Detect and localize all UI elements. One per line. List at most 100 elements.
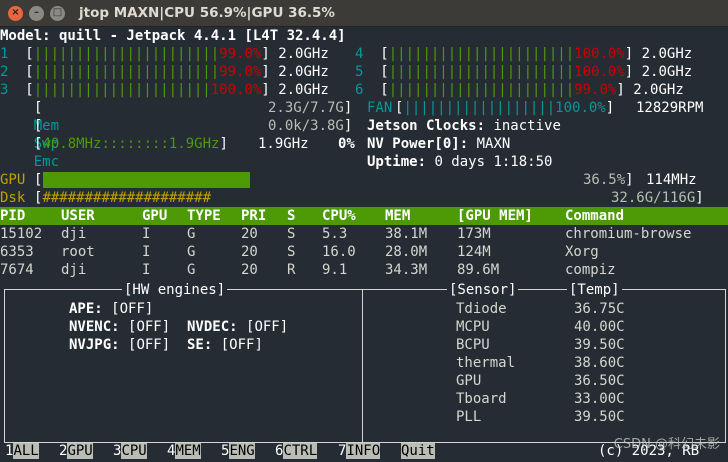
process-cell: root [61,244,95,260]
emc-range: [40.8MHz::::::::1.9GHz] [34,136,228,152]
process-cell: G [187,244,196,260]
sensor-temp: 38.60C [574,355,625,371]
sensor-temp: 40.00C [574,319,625,335]
jetson-clocks: Jetson Clocks: inactive [367,118,561,134]
header-pri[interactable]: PRI [241,207,266,225]
ape-status: APE: [OFF] [69,301,154,317]
process-cell: S [287,226,296,242]
tab-info[interactable]: 7INFO [338,442,381,460]
mem-row: Mem [0,99,59,134]
process-cell: 16.0 [322,244,356,260]
process-cell: 6353 [0,244,34,260]
process-cell: G [187,262,196,278]
gpu-bar-open: [ [34,172,43,188]
mem-value: 2.3G/7.7G] [268,100,353,116]
terminal-area[interactable]: Model: quill - Jetpack 4.4.1 [L4T 32.4.4… [0,27,728,462]
dsk-bar: [#################### [34,190,212,206]
temp-title: [Temp] [567,281,622,299]
header-gpu[interactable]: GPU [142,207,167,225]
sensor-name: Tboard [456,391,507,407]
process-cell: 20 [241,244,258,260]
process-cell: compiz [565,262,616,278]
gpu-usage-bar [43,172,250,188]
sensor-temp: 36.75C [574,301,625,317]
gpu-freq: 114MHz [646,172,697,188]
nvjpg-status: NVJPG: [OFF] [69,337,171,353]
maximize-icon: □ [52,7,63,18]
process-cell: 34.3M [385,262,428,278]
process-cell: 28.0M [385,244,428,260]
sensor-temp: 39.50C [574,337,625,353]
maximize-window-button[interactable]: □ [50,5,65,21]
dsk-value: 32.6G/116G] [611,190,704,206]
hw-engines-title: [HW engines] [122,281,228,299]
window-titlebar: × – □ jtop MAXN|CPU 56.9%|GPU 36.5% [0,0,728,27]
process-cell: 9.1 [322,262,348,278]
header-gpu-mem[interactable]: [GPU MEM] [457,207,533,225]
tab-gpu[interactable]: 2GPU [59,442,93,460]
header-cpu[interactable]: CPU% [322,207,356,225]
sensor-name: Tdiode [456,301,507,317]
process-cell: G [187,226,196,242]
tab-all[interactable]: 1ALL [5,442,39,460]
sensor-name: GPU [456,373,482,389]
gpu-label: GPU [0,172,26,188]
cpu-row-2: 2 [||||||||||||||||||||||99.0%] 2.0GHz [0,64,329,80]
cpu-row-6: 6 [||||||||||||||||||||||99.0%] 2.0GHz [355,82,684,98]
gpu-pct: 36.5%] [583,172,634,188]
nvenc-status: NVENC: [OFF] [69,319,171,335]
close-icon: × [11,7,20,18]
model-line: Model: quill - Jetpack 4.4.1 [L4T 32.4.4… [0,28,346,44]
cpu-row-1: 1 [||||||||||||||||||||||99.0%] 2.0GHz [0,46,329,62]
minimize-icon: – [34,7,39,18]
header-s[interactable]: S [287,207,295,225]
fan-bar: [||||||||||||||||||100.0%] [395,100,615,116]
header-user[interactable]: USER [61,207,95,225]
emc-freq: 1.9GHz [258,136,309,152]
process-cell: R [287,262,296,278]
process-cell: Xorg [565,244,599,260]
header-mem[interactable]: MEM [385,207,410,225]
sensors-panel: [Sensor] [Temp] Tdiode 36.75C MCPU 40.00C BC… [362,281,726,443]
uptime: Uptime: 0 days 1:18:50 [367,154,553,170]
sensor-temp: 36.50C [574,373,625,389]
cpu-row-4: 4 [||||||||||||||||||||||100.0%] 2.0GHz [355,46,693,62]
process-cell: dji [61,262,87,278]
header-type[interactable]: TYPE [187,207,221,225]
process-cell: 7674 [0,262,34,278]
process-cell: 89.6M [457,262,500,278]
fan-rpm: 12829RPM [636,100,704,116]
swp-bar-open: [ [34,118,43,134]
swp-value: 0.0k/3.8G] [268,118,353,134]
header-command[interactable]: Command [565,207,624,225]
sensor-name: MCPU [456,319,490,335]
mem-bar-open: [ [34,100,43,116]
swp-row: Swp [0,117,59,152]
tab-ctrl[interactable]: 6CTRL [275,442,318,460]
tab-mem[interactable]: 4MEM [167,442,201,460]
sensor-temp: 39.50C [574,409,625,425]
tab-cpu[interactable]: 3CPU [113,442,147,460]
process-cell: 38.1M [385,226,428,242]
sensor-title: [Sensor] [447,281,519,299]
watermark: CSDN @科幻未影 [613,437,720,452]
process-cell: I [142,262,151,278]
fan-label: FAN [367,100,393,116]
emc-pct: 0% [338,136,355,152]
process-cell: I [142,226,151,242]
process-cell: 20 [241,262,258,278]
window-title: jtop MAXN|CPU 56.9%|GPU 36.5% [79,5,335,21]
cpu-row-3: 3 [|||||||||||||||||||||100.0%] 2.0GHz [0,82,329,98]
process-cell: 124M [457,244,491,260]
close-window-button[interactable]: × [8,5,23,21]
process-cell: I [142,244,151,260]
cpu-row-5: 5 [||||||||||||||||||||||100.0%] 2.0GHz [355,64,693,80]
tab-quit[interactable]: Quit [401,442,435,460]
hw-engines-panel: [HW engines] APE: [OFF] NVENC: [OFF] NVD… [4,281,363,443]
minimize-window-button[interactable]: – [29,5,44,21]
process-cell: 5.3 [322,226,348,242]
tab-eng[interactable]: 5ENG [221,442,255,460]
header-pid[interactable]: PID [0,207,25,225]
se-status: SE: [OFF] [187,337,263,353]
process-cell: 173M [457,226,491,242]
